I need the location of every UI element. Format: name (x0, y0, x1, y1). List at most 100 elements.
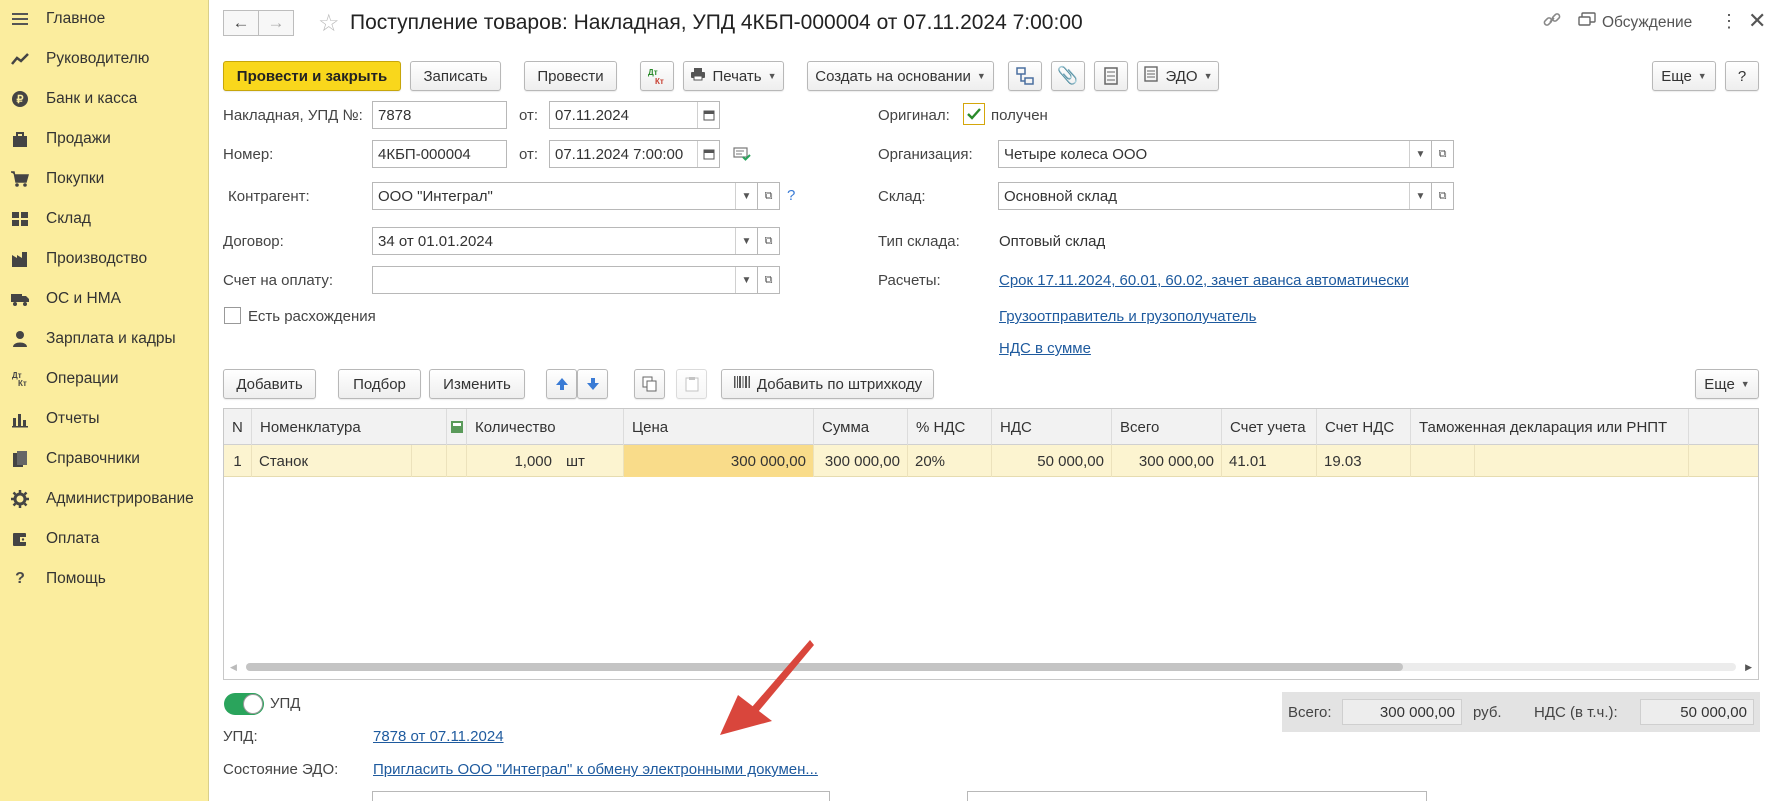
chevron-down-icon[interactable]: ▼ (735, 183, 757, 209)
cell-customs[interactable] (1411, 445, 1475, 477)
counterparty-input[interactable]: ООО "Интеграл" ▼ (372, 182, 758, 210)
sidebar-item-sales[interactable]: Продажи (0, 120, 209, 158)
back-button[interactable]: ← (223, 10, 259, 36)
sidebar-item-payment[interactable]: Оплата (0, 520, 209, 558)
post-button[interactable]: Провести (524, 61, 617, 91)
open-counterparty-button[interactable]: ⧉ (758, 182, 780, 210)
contract-input[interactable]: 34 от 01.01.2024 ▼ (372, 227, 758, 255)
sidebar-item-purchases[interactable]: Покупки (0, 160, 209, 198)
cell-vat[interactable]: 50 000,00 (992, 445, 1112, 477)
edo-button[interactable]: ЭДО ▼ (1137, 61, 1219, 91)
table-row[interactable]: 1 Станок 1,000 шт 300 000,00 300 000,00 … (224, 445, 1758, 477)
vat-in-sum-link[interactable]: НДС в сумме (999, 340, 1091, 357)
dt-kt-button[interactable]: Дт Кт (640, 61, 674, 91)
cell-item-extra[interactable] (412, 445, 447, 477)
forward-button[interactable]: → (258, 10, 294, 36)
column-header-sum[interactable]: Сумма (814, 409, 908, 445)
column-header-price[interactable]: Цена (624, 409, 814, 445)
column-header-vat[interactable]: НДС (992, 409, 1112, 445)
scroll-left-icon[interactable]: ◀ (230, 662, 237, 673)
sidebar-item-bank[interactable]: ₽ Банк и касса (0, 80, 209, 118)
column-header-vat-account[interactable]: Счет НДС (1317, 409, 1411, 445)
open-warehouse-button[interactable]: ⧉ (1432, 182, 1454, 210)
pick-button[interactable]: Подбор (338, 369, 421, 399)
upd-toggle[interactable] (224, 693, 264, 715)
scroll-right-icon[interactable]: ▶ (1745, 662, 1752, 673)
number-datetime-input[interactable]: 07.11.2024 7:00:00 (549, 140, 720, 168)
invoice-date-input[interactable]: 07.11.2024 (549, 101, 720, 129)
column-header-vat-rate[interactable]: % НДС (908, 409, 992, 445)
sidebar-item-production[interactable]: Производство (0, 240, 209, 278)
settlements-link[interactable]: Срок 17.11.2024, 60.01, 60.02, зачет ава… (999, 272, 1409, 289)
column-header-account[interactable]: Счет учета (1222, 409, 1317, 445)
list-button[interactable] (1094, 61, 1128, 91)
column-header-customs[interactable]: Таможенная декларация или РНПТ (1411, 409, 1689, 445)
column-header-n[interactable]: N (224, 409, 252, 445)
column-header-total[interactable]: Всего (1112, 409, 1222, 445)
print-button[interactable]: Печать ▼ (683, 61, 784, 91)
cell-item[interactable]: Станок (252, 445, 412, 477)
cell-n[interactable]: 1 (224, 445, 252, 477)
table-more-button[interactable]: Еще ▼ (1695, 369, 1759, 399)
create-based-on-button[interactable]: Создать на основании ▼ (807, 61, 994, 91)
horizontal-scrollbar[interactable] (246, 663, 1736, 671)
original-checkbox[interactable] (963, 103, 985, 125)
sidebar-item-assets[interactable]: ОС и НМА (0, 280, 209, 318)
help-button[interactable]: ? (1725, 61, 1759, 91)
attach-button[interactable]: 📎 (1051, 61, 1085, 91)
sidebar-item-warehouse[interactable]: Склад (0, 200, 209, 238)
more-button[interactable]: Еще ▼ (1652, 61, 1716, 91)
chevron-down-icon[interactable]: ▼ (1409, 183, 1431, 209)
add-row-button[interactable]: Добавить (223, 369, 316, 399)
structure-button[interactable] (1008, 61, 1042, 91)
cell-account[interactable]: 41.01 (1222, 445, 1317, 477)
edo-invite-link[interactable]: Пригласить ООО "Интеграл" к обмену элект… (373, 761, 818, 778)
cell-quantity[interactable]: 1,000 (467, 445, 559, 477)
open-organization-button[interactable]: ⧉ (1432, 140, 1454, 168)
paste-button[interactable] (676, 369, 707, 399)
sidebar-item-help[interactable]: ? Помощь (0, 560, 209, 598)
chevron-down-icon[interactable]: ▼ (735, 267, 757, 293)
move-down-button[interactable] (577, 369, 608, 399)
warehouse-input[interactable]: Основной склад ▼ (998, 182, 1432, 210)
star-icon[interactable]: ☆ (318, 9, 340, 38)
question-icon[interactable]: ? (787, 187, 795, 204)
move-up-button[interactable] (546, 369, 577, 399)
discrepancy-checkbox[interactable] (224, 307, 241, 324)
cell-price[interactable]: 300 000,00 (624, 445, 814, 477)
open-payment-invoice-button[interactable]: ⧉ (758, 266, 780, 294)
payment-invoice-input[interactable]: ▼ (372, 266, 758, 294)
number-input[interactable]: 4КБП-000004 (372, 140, 507, 168)
calendar-icon[interactable] (697, 141, 719, 167)
organization-input[interactable]: Четыре колеса ООО ▼ (998, 140, 1432, 168)
bottom-field-right[interactable] (967, 791, 1427, 801)
calendar-icon[interactable] (697, 102, 719, 128)
sidebar-item-references[interactable]: Справочники (0, 440, 209, 478)
sidebar-item-operations[interactable]: Дт Кт Операции (0, 360, 209, 398)
cell-vat-account[interactable]: 19.03 (1317, 445, 1411, 477)
cell-unit[interactable]: шт (559, 445, 624, 477)
chevron-down-icon[interactable]: ▼ (735, 228, 757, 254)
document-status-icon[interactable] (733, 146, 751, 166)
save-button[interactable]: Записать (410, 61, 501, 91)
cell-vat-rate[interactable]: 20% (908, 445, 992, 477)
cell-sum[interactable]: 300 000,00 (814, 445, 908, 477)
invoice-number-input[interactable]: 7878 (372, 101, 507, 129)
discussion-button[interactable]: Обсуждение (1578, 12, 1692, 33)
edit-button[interactable]: Изменить (429, 369, 525, 399)
chevron-down-icon[interactable]: ▼ (1409, 141, 1431, 167)
sidebar-item-manager[interactable]: Руководителю (0, 40, 209, 78)
upd-link[interactable]: 7878 от 07.11.2024 (373, 728, 504, 745)
scrollbar-thumb[interactable] (246, 663, 1403, 671)
link-icon[interactable] (1542, 10, 1562, 34)
more-vertical-icon[interactable]: ⋮ (1720, 11, 1738, 32)
post-and-close-button[interactable]: Провести и закрыть (223, 61, 401, 91)
column-header-item[interactable]: Номенклатура (252, 409, 447, 445)
sidebar-item-main[interactable]: Главное (0, 0, 209, 38)
column-header-quantity[interactable]: Количество (467, 409, 624, 445)
sidebar-item-reports[interactable]: Отчеты (0, 400, 209, 438)
column-header-icon[interactable] (447, 409, 467, 445)
sidebar-item-salary[interactable]: Зарплата и кадры (0, 320, 209, 358)
cell-total[interactable]: 300 000,00 (1112, 445, 1222, 477)
sidebar-item-admin[interactable]: Администрирование (0, 480, 209, 518)
